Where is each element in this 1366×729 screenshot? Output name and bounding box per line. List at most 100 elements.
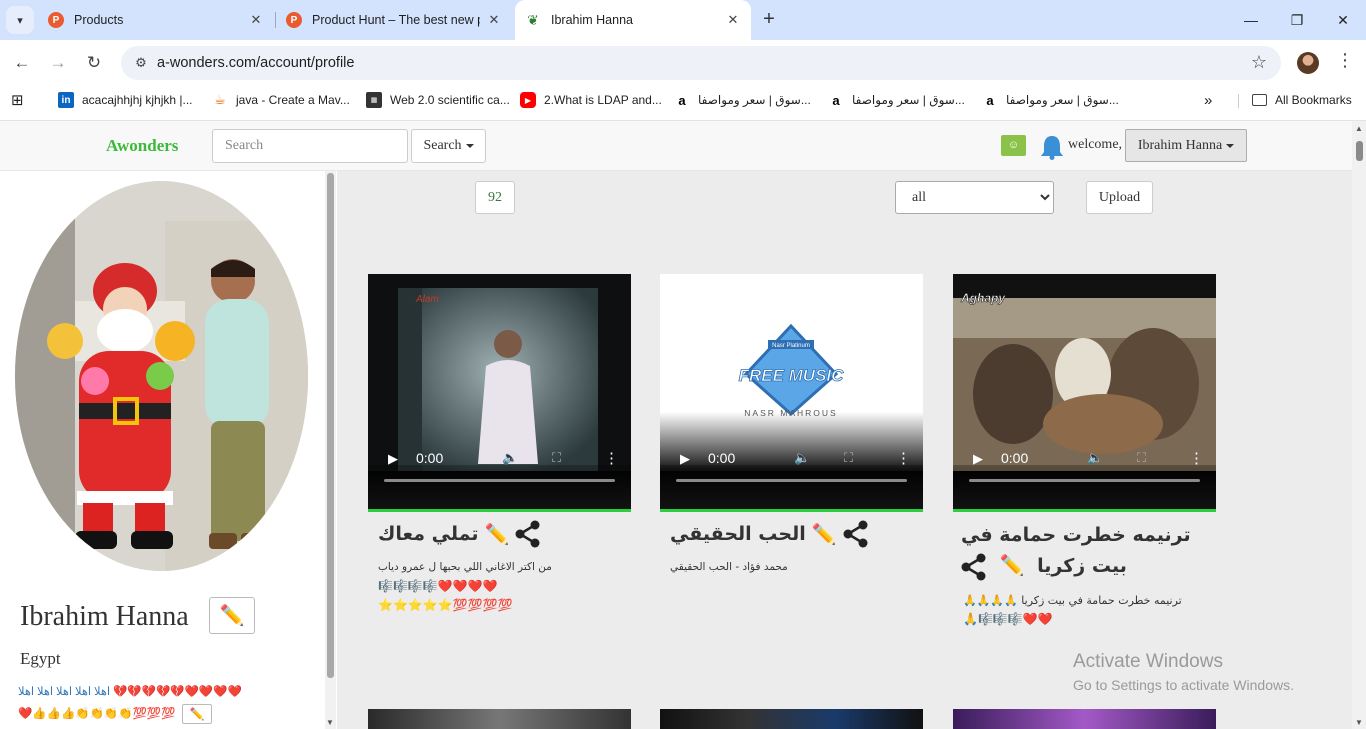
scrollbar-thumb[interactable] — [327, 173, 334, 678]
close-tab-icon[interactable]: ✕ — [248, 12, 264, 28]
description-emojis: 🎼🎼🎼🎼❤️❤️❤️❤️ ⭐⭐⭐⭐⭐💯💯💯💯 — [378, 579, 513, 612]
bookmark-label: 2.What is LDAP and... — [544, 93, 662, 107]
fullscreen-icon[interactable]: ⛶ — [844, 450, 853, 466]
video-progress-bar[interactable] — [676, 479, 907, 482]
scroll-up-icon[interactable]: ▲ — [1355, 124, 1363, 133]
edit-profile-button[interactable]: ✏️ — [209, 597, 255, 634]
category-filter-select[interactable]: all — [895, 181, 1054, 214]
close-tab-icon[interactable]: ✕ — [486, 12, 502, 28]
reload-icon[interactable]: ↻ — [82, 51, 106, 75]
folder-icon — [1252, 94, 1267, 106]
video-player[interactable]: Nasr Platinum FREE MUSIC NASR MAHROUS ▶ … — [660, 274, 923, 512]
bookmark-item[interactable]: ☕ java - Create a Mav... — [212, 90, 350, 110]
play-icon[interactable]: ▶ — [388, 451, 398, 467]
bookmark-label: java - Create a Mav... — [236, 93, 350, 107]
share-icon[interactable] — [843, 520, 869, 548]
share-icon[interactable] — [515, 520, 541, 548]
tab-products[interactable]: P Products ✕ — [38, 0, 274, 40]
browser-menu-icon[interactable]: ⋮ — [1336, 50, 1354, 76]
apps-grid-icon[interactable]: ⊞ — [11, 90, 24, 110]
all-bookmarks-button[interactable]: All Bookmarks — [1252, 90, 1352, 110]
calculator-icon: ▦ — [366, 92, 382, 108]
profile-avatar-icon[interactable] — [1297, 52, 1319, 74]
video-title[interactable]: ترنيمه خطرت حمامة في بيت زكريا — [961, 524, 1191, 577]
video-card-partial[interactable] — [953, 709, 1216, 729]
user-menu-button[interactable]: Ibrahim Hanna — [1125, 129, 1247, 162]
url-text[interactable]: a-wonders.com/account/profile — [157, 55, 354, 71]
bookmark-item[interactable]: a سوق | سعر ومواصفا... — [674, 90, 811, 110]
welcome-text: welcome, — [1068, 137, 1123, 152]
video-time: 0:00 — [1001, 450, 1029, 466]
bookmark-star-icon[interactable]: ☆ — [1251, 52, 1267, 73]
restore-icon[interactable]: ❐ — [1274, 0, 1320, 40]
volume-icon[interactable]: 🔈 — [1087, 450, 1103, 466]
new-tab-icon[interactable]: + — [758, 8, 780, 32]
more-options-icon[interactable]: ⋮ — [604, 449, 619, 468]
pencil-icon[interactable]: ✏️ — [485, 522, 510, 547]
search-input[interactable] — [212, 129, 408, 163]
scrollbar-thumb[interactable] — [1356, 141, 1363, 161]
site-settings-icon[interactable]: ⚙ — [129, 55, 153, 71]
edit-bio-button[interactable]: ✏️ — [182, 704, 213, 725]
video-player[interactable]: Aghapy ▶ 0:00 🔈 ⛶ ⋮ — [953, 274, 1216, 512]
thumb-logo: Aghapy — [960, 291, 1006, 305]
video-card-partial[interactable] — [368, 709, 631, 729]
pencil-icon[interactable]: ✏️ — [1000, 553, 1025, 577]
volume-icon[interactable]: 🔈 — [794, 450, 810, 466]
bookmark-label: سوق | سعر ومواصفا... — [698, 93, 811, 107]
play-icon[interactable]: ▶ — [680, 451, 690, 467]
description-text: محمد فؤاد - الحب الحقيقي — [670, 561, 788, 573]
card-title-row: ترنيمه خطرت حمامة في بيت زكريا ✏️ — [953, 520, 1216, 581]
more-options-icon[interactable]: ⋮ — [1189, 449, 1204, 468]
bookmark-item[interactable]: in acacajhhjhj kjhjkh |... — [58, 90, 193, 110]
video-progress-bar[interactable] — [384, 479, 615, 482]
upload-button[interactable]: Upload — [1086, 181, 1153, 214]
more-bookmarks-icon[interactable]: » — [1204, 90, 1212, 110]
bookmark-item[interactable]: ▶ 2.What is LDAP and... — [520, 90, 662, 110]
bookmark-item[interactable]: ▦ Web 2.0 scientific ca... — [366, 90, 510, 110]
user-menu-label: Ibrahim Hanna — [1137, 137, 1223, 153]
video-description: محمد فؤاد - الحب الحقيقي — [660, 558, 923, 577]
video-progress-bar[interactable] — [969, 479, 1200, 482]
play-icon[interactable]: ▶ — [973, 451, 983, 467]
volume-icon[interactable]: 🔈 — [502, 450, 518, 466]
video-card-partial[interactable] — [660, 709, 923, 729]
bookmark-item[interactable]: a سوق | سعر ومواصفا... — [982, 90, 1118, 110]
pencil-icon[interactable]: ✏️ — [812, 522, 837, 547]
scroll-down-icon[interactable]: ▼ — [1355, 718, 1363, 727]
forward-icon[interactable]: → — [46, 51, 70, 75]
fullscreen-icon[interactable]: ⛶ — [1137, 450, 1146, 466]
minimize-icon[interactable]: — — [1228, 0, 1274, 40]
more-options-icon[interactable]: ⋮ — [896, 449, 911, 468]
video-title[interactable]: تملي معاك — [378, 523, 479, 545]
bookmark-label: سوق | سعر ومواصفا... — [852, 93, 965, 107]
chat-icon[interactable]: ☺ — [1001, 135, 1026, 156]
bell-icon[interactable] — [1040, 134, 1064, 160]
producthunt-icon: P — [286, 12, 302, 28]
scroll-down-icon[interactable]: ▼ — [326, 718, 334, 727]
all-bookmarks-label: All Bookmarks — [1275, 93, 1352, 107]
close-tab-icon[interactable]: ✕ — [725, 12, 741, 28]
thumb-subtitle: NASR MAHROUS — [744, 408, 837, 418]
amazon-icon: a — [832, 92, 840, 108]
search-dropdown-button[interactable]: Search — [411, 129, 486, 163]
back-icon[interactable]: ← — [10, 51, 34, 75]
browser-toolbar: ← → ↻ ⚙ a-wonders.com/account/profile ☆ … — [0, 40, 1366, 86]
video-player[interactable]: Alam ▶ 0:00 🔈 ⛶ ⋮ — [368, 274, 631, 512]
page-scrollbar[interactable]: ▲ ▼ — [1352, 121, 1366, 729]
fullscreen-icon[interactable]: ⛶ — [552, 450, 561, 466]
address-bar[interactable]: ⚙ a-wonders.com/account/profile ☆ — [121, 46, 1281, 80]
sidebar-scrollbar[interactable]: ▼ — [325, 171, 336, 729]
video-time: 0:00 — [708, 450, 736, 466]
share-icon[interactable] — [961, 553, 987, 581]
site-brand[interactable]: Awonders — [106, 136, 178, 156]
bookmark-label: Web 2.0 scientific ca... — [390, 93, 510, 107]
video-description: ترنيمه خطرت حمامة في بيت زكريا 🙏🙏🙏🙏 🙏🎼🎼🎼… — [953, 591, 1216, 629]
bookmark-item[interactable]: a سوق | سعر ومواصفا... — [828, 90, 965, 110]
tab-ibrahim-hanna[interactable]: ❦ Ibrahim Hanna ✕ — [515, 0, 751, 40]
video-title[interactable]: الحب الحقيقي — [670, 523, 806, 545]
close-window-icon[interactable]: ✕ — [1320, 0, 1366, 40]
tab-product-hunt[interactable]: P Product Hunt – The best new p ✕ — [276, 0, 512, 40]
tab-search-chevron-icon[interactable]: ▾ — [6, 6, 34, 34]
profile-country: Egypt — [20, 649, 61, 668]
